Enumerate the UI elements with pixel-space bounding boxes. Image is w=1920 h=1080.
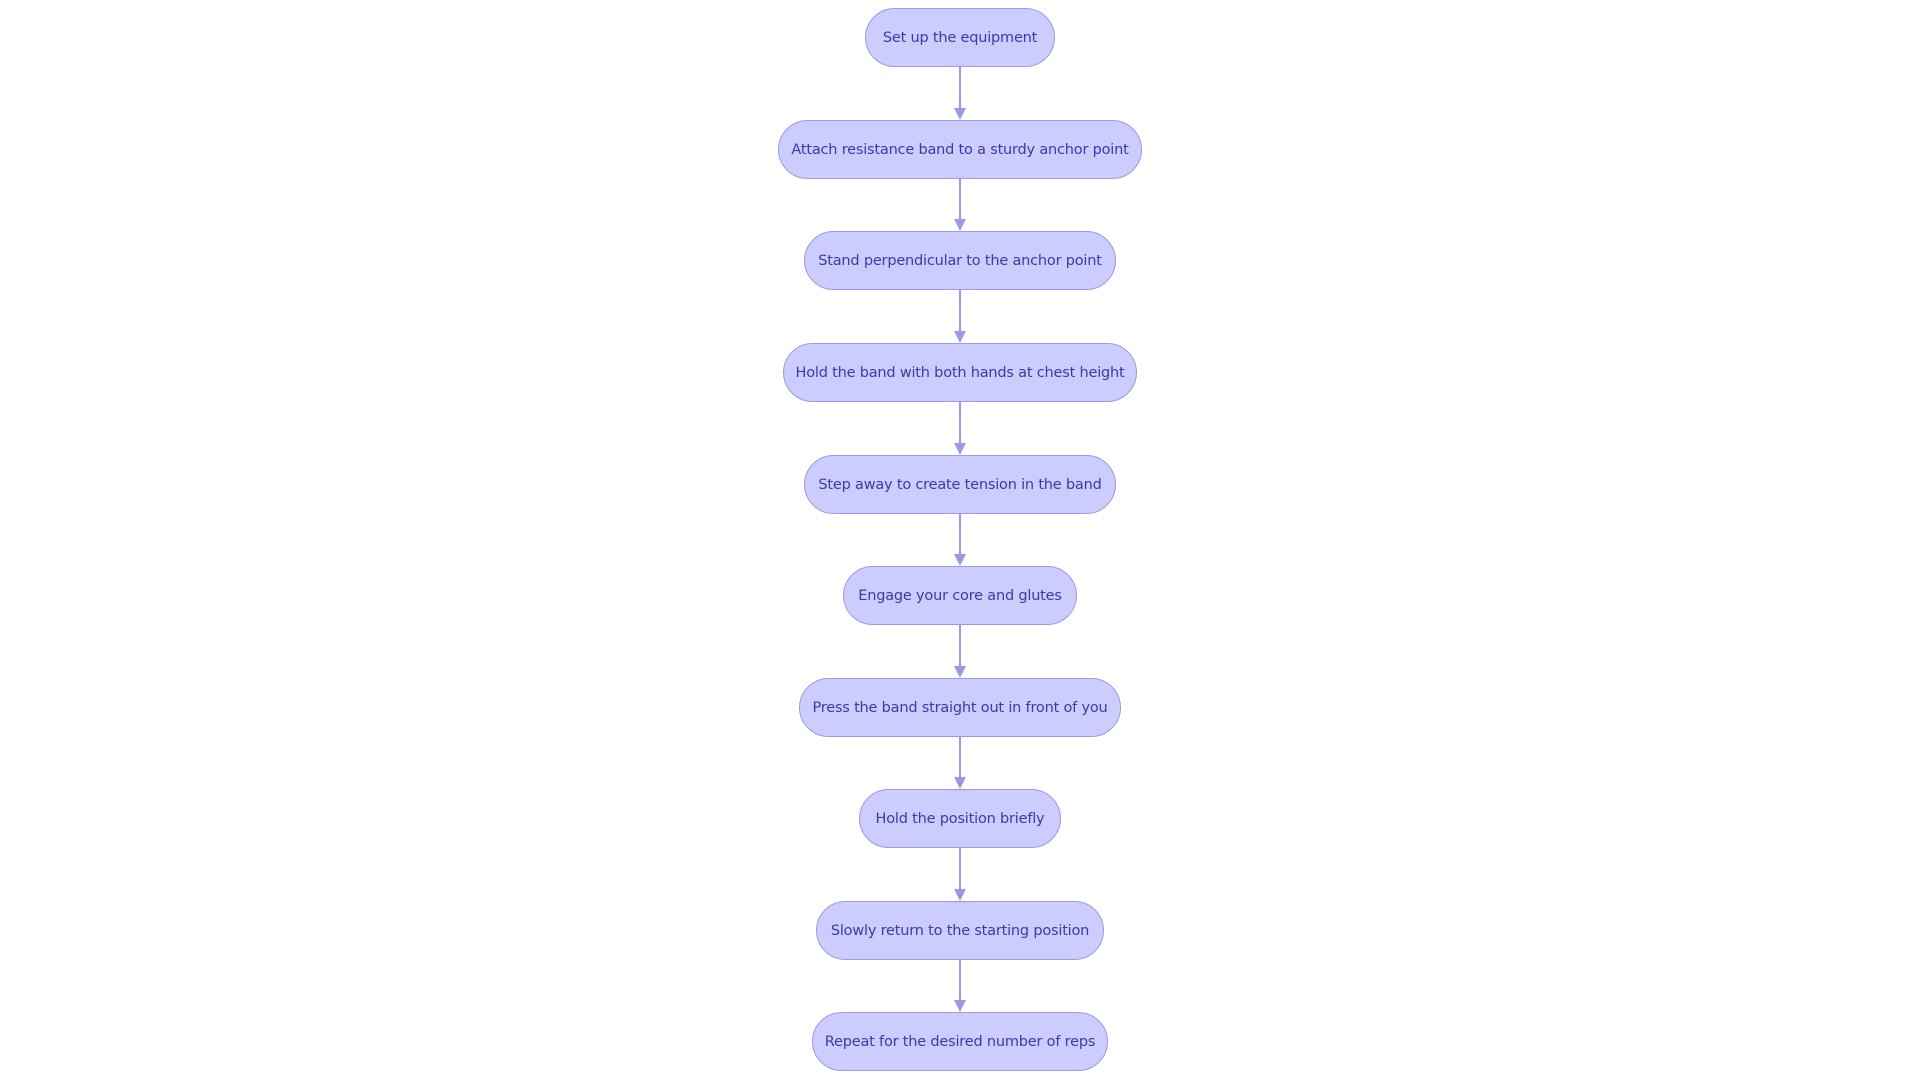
arrowhead-icon	[954, 331, 966, 343]
edge-arrow	[954, 179, 966, 231]
arrowhead-icon	[954, 1000, 966, 1012]
node-hold-band-chest[interactable]: Hold the band with both hands at chest h…	[783, 343, 1137, 402]
arrowhead-icon	[954, 666, 966, 678]
edge-arrow	[954, 737, 966, 789]
node-attach-band[interactable]: Attach resistance band to a sturdy ancho…	[778, 120, 1142, 179]
node-repeat-reps[interactable]: Repeat for the desired number of reps	[812, 1012, 1108, 1071]
edge-arrow	[954, 290, 966, 343]
arrowhead-icon	[954, 219, 966, 231]
node-set-up-equipment[interactable]: Set up the equipment	[865, 8, 1055, 67]
node-step-away[interactable]: Step away to create tension in the band	[804, 455, 1116, 514]
node-hold-position[interactable]: Hold the position briefly	[859, 789, 1061, 848]
arrowhead-icon	[954, 889, 966, 901]
edge-arrow	[954, 67, 966, 120]
arrowhead-icon	[954, 443, 966, 455]
node-slowly-return[interactable]: Slowly return to the starting position	[816, 901, 1104, 960]
edge-arrow	[954, 402, 966, 455]
flowchart: Set up the equipment Attach resistance b…	[0, 0, 1920, 1080]
arrowhead-icon	[954, 777, 966, 789]
arrowhead-icon	[954, 554, 966, 566]
node-engage-core[interactable]: Engage your core and glutes	[843, 566, 1077, 625]
edge-arrow	[954, 625, 966, 678]
edge-arrow	[954, 960, 966, 1012]
node-press-band[interactable]: Press the band straight out in front of …	[799, 678, 1121, 737]
edge-arrow	[954, 848, 966, 901]
edge-arrow	[954, 514, 966, 566]
node-stand-perpendicular[interactable]: Stand perpendicular to the anchor point	[804, 231, 1116, 290]
arrowhead-icon	[954, 108, 966, 120]
